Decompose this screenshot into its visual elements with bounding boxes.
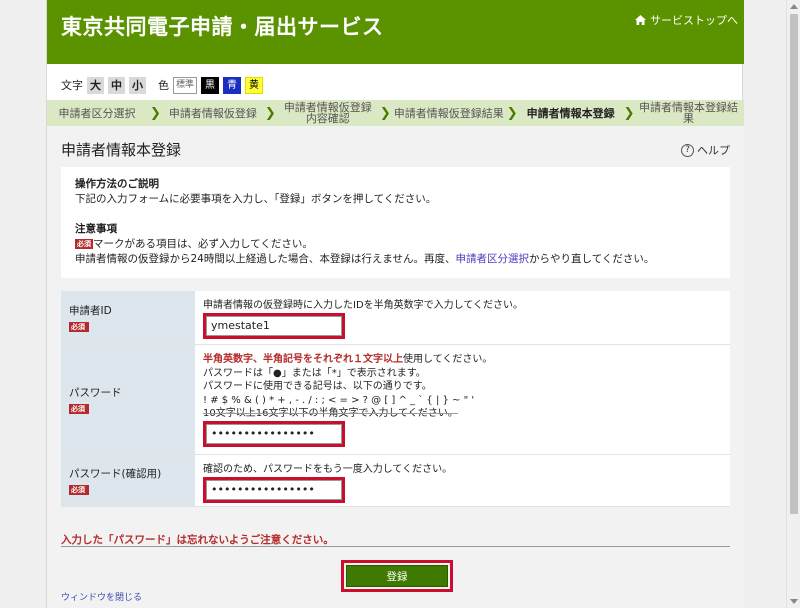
- password-hint-suffix: 使用してください。: [403, 354, 493, 365]
- required-badge: 必須: [69, 485, 89, 495]
- password-label: パスワード: [69, 387, 122, 399]
- step-arrow-icon: ❯: [379, 105, 391, 121]
- highlight-box: ••••••••••••••••: [203, 476, 345, 503]
- step-arrow-icon: ❯: [506, 105, 518, 121]
- field-label-cell: 申請者ID 必須: [61, 291, 195, 344]
- highlight-box: ymestate1: [203, 312, 345, 339]
- ops-title: 操作方法のご説明: [75, 178, 159, 190]
- highlight-box: ••••••••••••••••: [203, 420, 345, 447]
- notes-line-2-suffix: からやり直してください。: [529, 253, 655, 265]
- scroll-up-icon[interactable]: [790, 4, 798, 9]
- password-hint-4: 10文字以上16文字以下の半角文字で入力してください。: [203, 408, 458, 419]
- scrollbar[interactable]: [786, 0, 800, 608]
- color-yellow-button[interactable]: 黄: [245, 76, 264, 94]
- password-hint-strong: 半角英数字、半角記号をそれぞれ１文字以上: [203, 354, 403, 365]
- field-label-cell: パスワード 必須: [61, 345, 195, 454]
- notes-title: 注意事項: [75, 223, 117, 235]
- color-blue-button[interactable]: 青: [223, 76, 242, 94]
- close-window-link[interactable]: ウィンドウを閉じる: [61, 590, 142, 603]
- step-6: 申請者情報本登録結果: [639, 101, 739, 125]
- field-input-cell: 半角英数字、半角記号をそれぞれ１文字以上使用してください。 パスワードは「●」ま…: [195, 345, 730, 454]
- site-title: 東京共同電子申請・届出サービス: [61, 15, 384, 39]
- password-hint-2: パスワードは「●」または「*」で表示されます。: [203, 367, 426, 379]
- text-size-label: 文字: [61, 79, 83, 92]
- notes-line-1: 必須 マークがある項目は、必ず入力してください。: [75, 237, 716, 252]
- divider: [61, 546, 730, 547]
- service-top-label: サービストップへ: [650, 14, 738, 27]
- help-label: ヘルプ: [697, 144, 730, 157]
- form-row-id: 申請者ID 必須 申請者情報の仮登録時に入力したIDを半角英数字で入力してくださ…: [61, 291, 730, 345]
- password-confirm-input[interactable]: ••••••••••••••••: [206, 479, 342, 500]
- applicant-id-hint: 申請者情報の仮登録時に入力したIDを半角英数字で入力してください。: [203, 300, 524, 311]
- scrollbar-thumb[interactable]: [790, 14, 798, 514]
- password-hint-1: 半角英数字、半角記号をそれぞれ１文字以上使用してください。: [203, 353, 722, 367]
- help-link[interactable]: ? ヘルプ: [681, 142, 730, 158]
- applicant-id-label: 申請者ID: [69, 305, 112, 317]
- step-4: 申請者情報仮登録結果: [393, 106, 504, 120]
- accessibility-bar: 文字 大 中 小 色 標準 黒 青 黄: [61, 76, 267, 94]
- password-hint-3: パスワードに使用できる記号は、以下の通りです。: [203, 381, 432, 392]
- step-1: 申請者区分選択: [58, 106, 136, 120]
- step-arrow-icon: ❯: [623, 105, 635, 121]
- help-icon: ?: [681, 143, 694, 157]
- step-5-current: 申請者情報本登録: [526, 106, 615, 120]
- form-row-password: パスワード 必須 半角英数字、半角記号をそれぞれ１文字以上使用してください。 パ…: [61, 345, 730, 455]
- home-icon: [635, 15, 646, 25]
- step-2: 申請者情報仮登録: [168, 106, 257, 120]
- main-content: 申請者情報本登録 ? ヘルプ 操作方法のご説明 下記の入力フォームに必要事項を入…: [47, 126, 744, 608]
- required-badge: 必須: [69, 322, 89, 332]
- field-input-cell: 確認のため、パスワードをもう一度入力してください。 ••••••••••••••…: [195, 455, 730, 506]
- step-arrow-icon: ❯: [264, 105, 276, 121]
- applicant-category-link[interactable]: 申請者区分選択: [456, 253, 530, 265]
- required-badge: 必須: [75, 239, 93, 249]
- password-warning: 入力した「パスワード」は忘れないようご注意ください。: [61, 534, 334, 546]
- password-input[interactable]: ••••••••••••••••: [206, 423, 342, 444]
- text-size-large-button[interactable]: 大: [87, 76, 104, 94]
- progress-steps: 申請者区分選択 ❯ 申請者情報仮登録 ❯ 申請者情報仮登録内容確認 ❯ 申請者情…: [47, 100, 744, 126]
- text-size-small-button[interactable]: 小: [129, 76, 146, 94]
- notes-line-1-text: マークがある項目は、必ず入力してください。: [93, 238, 313, 250]
- scroll-down-icon[interactable]: [790, 599, 798, 604]
- highlight-box: 登録: [341, 560, 453, 592]
- registration-form: 申請者ID 必須 申請者情報の仮登録時に入力したIDを半角英数字で入力してくださ…: [61, 291, 730, 507]
- applicant-id-input[interactable]: ymestate1: [206, 315, 342, 336]
- color-standard-button[interactable]: 標準: [173, 76, 198, 94]
- service-top-link[interactable]: サービストップへ: [635, 12, 738, 28]
- color-black-button[interactable]: 黒: [201, 76, 220, 94]
- color-label: 色: [158, 79, 169, 92]
- password-confirm-label: パスワード(確認用): [69, 468, 162, 480]
- field-input-cell: 申請者情報の仮登録時に入力したIDを半角英数字で入力してください。 ymesta…: [195, 291, 730, 344]
- step-3: 申請者情報仮登録内容確認: [283, 101, 372, 125]
- instructions-box: 操作方法のご説明 下記の入力フォームに必要事項を入力し、「登録」ボタンを押してく…: [61, 167, 730, 278]
- required-badge: 必須: [69, 404, 89, 414]
- page-title: 申請者情報本登録: [61, 141, 182, 159]
- password-symbols: ! # $ % & ( ) * + , - . / : ; < = > ? @ …: [203, 394, 475, 406]
- register-button[interactable]: 登録: [346, 565, 448, 587]
- site-header: 東京共同電子申請・届出サービス サービストップへ: [47, 0, 744, 64]
- field-label-cell: パスワード(確認用) 必須: [61, 455, 195, 506]
- text-size-medium-button[interactable]: 中: [108, 76, 125, 94]
- notes-line-2: 申請者情報の仮登録から24時間以上経過した場合、本登録は行えません。再度、申請者…: [75, 252, 716, 267]
- form-row-password-confirm: パスワード(確認用) 必須 確認のため、パスワードをもう一度入力してください。 …: [61, 455, 730, 507]
- notes-line-2-prefix: 申請者情報の仮登録から24時間以上経過した場合、本登録は行えません。再度、: [75, 253, 456, 265]
- page: 東京共同電子申請・届出サービス サービストップへ 文字 大 中 小 色 標準 黒…: [46, 0, 744, 608]
- password-confirm-hint: 確認のため、パスワードをもう一度入力してください。: [203, 464, 453, 475]
- ops-text: 下記の入力フォームに必要事項を入力し、「登録」ボタンを押してください。: [75, 193, 437, 205]
- step-arrow-icon: ❯: [150, 105, 161, 121]
